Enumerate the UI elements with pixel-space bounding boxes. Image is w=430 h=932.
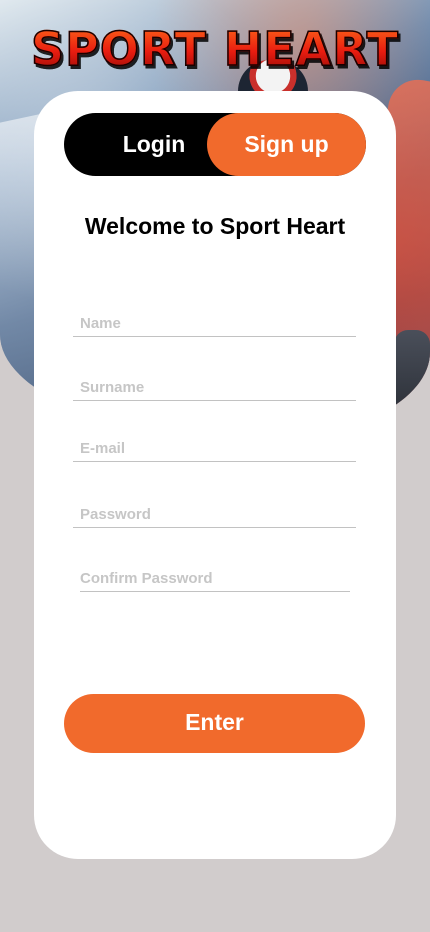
surname-field — [73, 366, 356, 401]
name-field — [73, 302, 356, 337]
signup-tab[interactable]: Sign up — [207, 113, 366, 176]
email-input[interactable] — [80, 440, 350, 457]
email-field — [73, 427, 356, 462]
signup-screen: SPORT HEART Login Sign up Welcome to Spo… — [0, 0, 430, 932]
surname-input[interactable] — [80, 379, 350, 396]
enter-button[interactable]: Enter — [64, 694, 365, 753]
signup-card: Login Sign up Welcome to Sport Heart Ent… — [34, 91, 396, 859]
confirm-password-input[interactable] — [80, 570, 350, 587]
confirm-password-field — [80, 557, 350, 592]
password-input[interactable] — [80, 506, 350, 523]
name-input[interactable] — [80, 315, 350, 332]
welcome-title: Welcome to Sport Heart — [84, 213, 346, 239]
app-logo: SPORT HEART — [0, 21, 430, 77]
password-field — [73, 493, 356, 528]
hero-glove — [394, 330, 430, 420]
auth-mode-toggle: Login Sign up — [64, 113, 366, 176]
